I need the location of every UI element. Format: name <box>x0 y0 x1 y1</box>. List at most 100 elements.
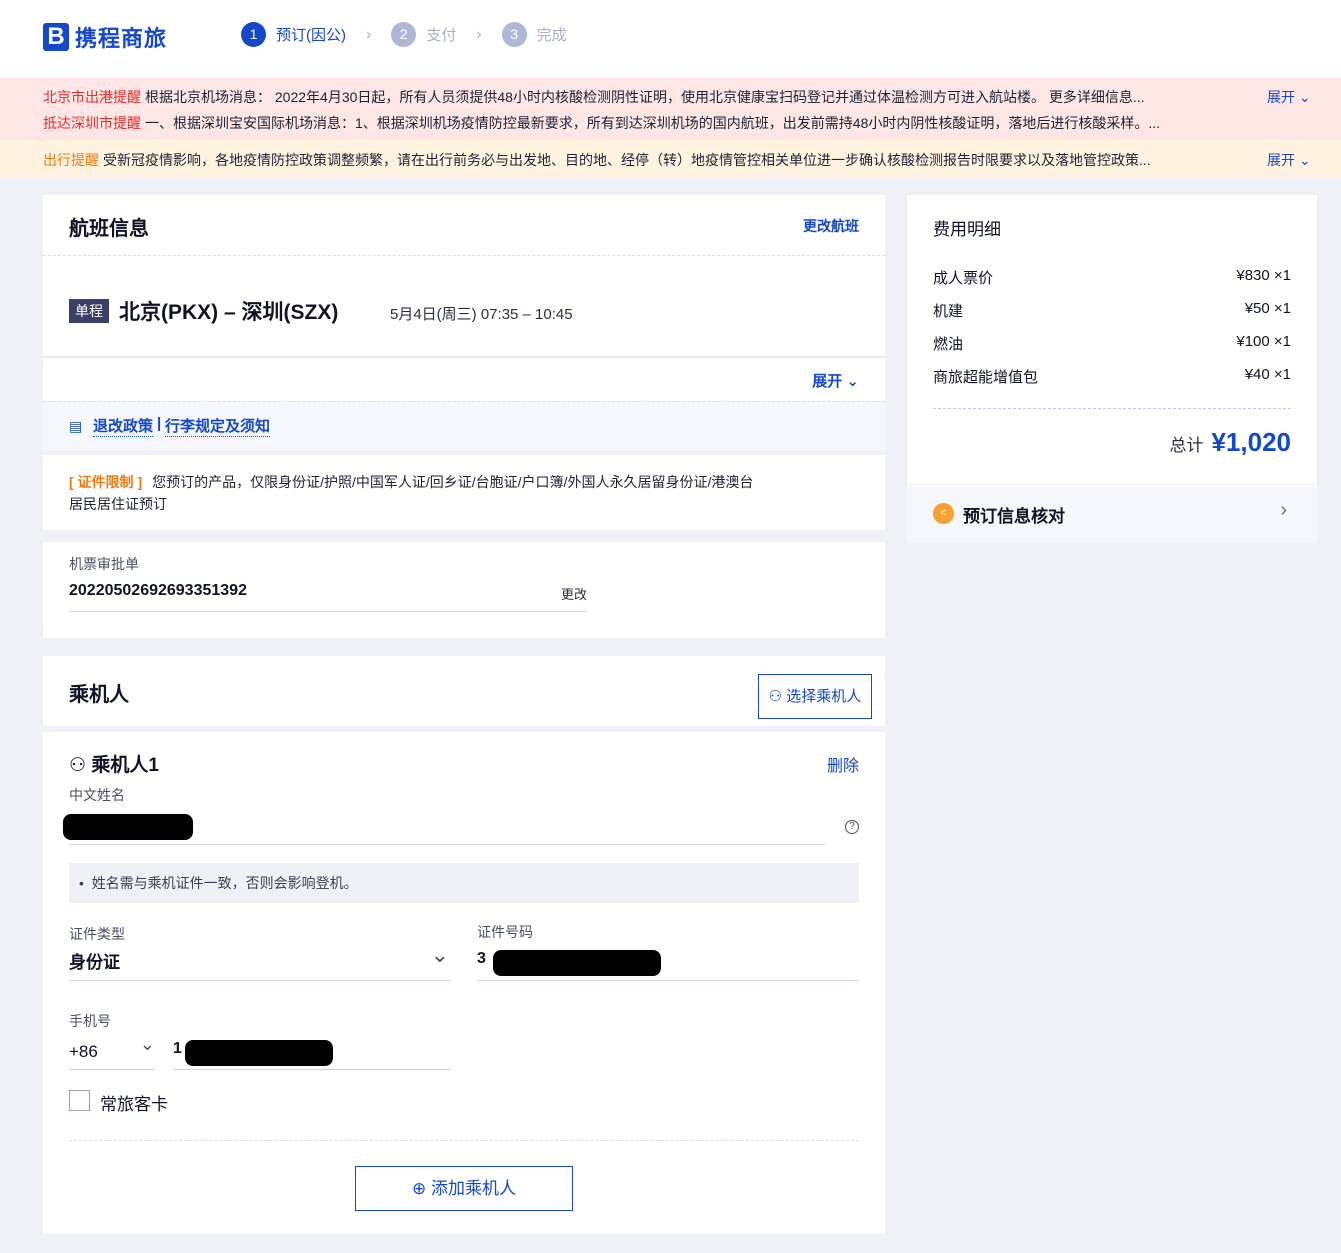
name-input[interactable] <box>63 808 825 845</box>
passenger-title: ⚇ 乘机人1 <box>69 750 159 777</box>
approval-number: 20220502692693351392 <box>69 582 247 599</box>
approval-field[interactable]: 20220502692693351392 更改 <box>69 578 587 612</box>
refund-policy-link[interactable]: 退改政策 <box>93 415 154 437</box>
section-title: 乘机人 <box>69 684 129 706</box>
alert-shenzhen: 抵达深圳市提醒 一、根据深圳宝安国际机场消息：1、根据深圳机场疫情防控最新要求，所… <box>43 113 1160 133</box>
chevron-right-icon: › <box>1280 499 1287 521</box>
total-price: 总计 ¥1,020 <box>1169 427 1291 458</box>
alert-travel: 出行提醒 受新冠疫情影响，各地疫情防控政策调整频繁，请在出行前务必与出发地、目的地… <box>43 150 1151 170</box>
expand-alerts-button[interactable]: 展开 ⌄ <box>1267 87 1311 107</box>
fee-value: ¥50 ×1 <box>1244 300 1291 317</box>
fee-name: 成人票价 <box>933 270 994 287</box>
add-passenger-button[interactable]: ⊕ 添加乘机人 <box>355 1166 573 1211</box>
section-title: 费用明细 <box>933 220 1001 239</box>
step-number: 1 <box>241 22 266 47</box>
fee-name: 商旅超能增值包 <box>933 369 1039 386</box>
alert-beijing: 北京市出港提醒 根据北京机场消息： 2022年4月30日起，所有人员须提供48小时… <box>43 87 1145 107</box>
phone-label: 手机号 <box>69 1013 111 1029</box>
passenger-title-text: 乘机人1 <box>91 755 159 776</box>
frequent-flyer-checkbox[interactable] <box>69 1090 90 1111</box>
redacted-name <box>63 814 193 840</box>
hint-text: 姓名需与乘机证件一致，否则会影响登机。 <box>91 875 358 891</box>
baggage-rules-link[interactable]: 行李规定及须知 <box>165 415 271 437</box>
progress-steps: 1 预订(因公) › 2 支付 › 3 完成 <box>241 22 587 47</box>
expand-travel-alert-button[interactable]: 展开 ⌄ <box>1267 150 1311 170</box>
step-payment: 2 支付 › <box>391 22 482 47</box>
chevron-down-icon: ⌄ <box>1298 89 1311 105</box>
passenger-1-card: ⚇ 乘机人1 删除 中文姓名 ? • 姓名需与乘机证件一致，否则会影响登机。 证… <box>43 732 885 1234</box>
country-code: +86 <box>69 1042 98 1061</box>
change-approval-button[interactable]: 更改 <box>561 584 587 603</box>
fee-list: 成人票价 ¥830 ×1 机建 ¥50 ×1 燃油 ¥100 ×1 商旅超能增值包 ¥4… <box>933 267 1291 399</box>
total-label: 总计 <box>1169 436 1204 455</box>
redacted-phone <box>185 1040 333 1066</box>
flight-info-card: 航班信息 更改航班 单程 北京(PKX) – 深圳(SZX) 5月4日(周三) … <box>43 195 885 450</box>
document-icon: ▤ <box>69 418 83 434</box>
step-label: 预订(因公) <box>276 27 346 44</box>
alert-title: 北京市出港提醒 <box>43 89 141 105</box>
top-header: B 携程商旅 1 预订(因公) › 2 支付 › 3 完成 <box>0 0 1341 78</box>
id-number-prefix: 3 <box>477 950 486 967</box>
approval-label: 机票审批单 <box>69 556 139 572</box>
chevron-down-icon: ⌄ <box>139 1034 155 1054</box>
trip-type-badge: 单程 <box>69 299 109 323</box>
chevron-down-icon: ⌄ <box>1298 152 1311 168</box>
step-number: 3 <box>501 22 527 47</box>
fee-name: 燃油 <box>933 336 964 353</box>
step-complete: 3 完成 <box>501 22 567 47</box>
expand-flight-button[interactable]: 展开 ⌄ <box>812 370 859 391</box>
fee-row: 机建 ¥50 ×1 <box>933 300 1291 333</box>
id-type-label: 证件类型 <box>69 926 125 942</box>
step-label: 支付 <box>426 27 457 44</box>
total-value: ¥1,020 <box>1211 427 1291 457</box>
fee-row: 成人票价 ¥830 ×1 <box>933 267 1291 300</box>
plus-circle-icon: ⊕ <box>412 1179 427 1198</box>
verify-booking-row[interactable]: < 预订信息核对 › <box>907 483 1317 543</box>
flight-route: 北京(PKX) – 深圳(SZX) <box>119 301 339 324</box>
step-number: 2 <box>391 22 417 47</box>
help-icon[interactable]: ? <box>845 820 859 834</box>
user-icon: ⚇ <box>69 755 87 776</box>
name-hint: • 姓名需与乘机证件一致，否则会影响登机。 <box>69 863 859 903</box>
id-type-value: 身份证 <box>69 953 120 972</box>
alert-text: 一、根据深圳宝安国际机场消息：1、根据深圳机场疫情防控最新要求，所有到达深圳机场… <box>145 115 1161 131</box>
expand-label: 展开 <box>1267 152 1295 168</box>
chevron-down-icon: ⌄ <box>846 373 859 390</box>
epidemic-alerts: 北京市出港提醒 根据北京机场消息： 2022年4月30日起，所有人员须提供48小时… <box>0 78 1341 140</box>
step-label: 完成 <box>536 27 567 44</box>
id-restriction-card: [ 证件限制 ] 您预订的产品，仅限身份证/护照/中国军人证/回乡证/台胞证/户口… <box>43 455 885 530</box>
divider <box>43 255 885 256</box>
redacted-id-number <box>493 950 661 976</box>
id-number-input[interactable]: 3 <box>477 942 859 981</box>
country-code-select[interactable]: +86 ⌄ <box>69 1034 155 1070</box>
frequent-flyer-label: 常旅客卡 <box>100 1095 168 1114</box>
expand-label: 展开 <box>1267 89 1295 105</box>
id-type-select[interactable]: 身份证 ⌄ <box>69 942 451 981</box>
chevron-down-icon: ⌄ <box>430 942 449 967</box>
chevron-right-icon: › <box>366 25 372 43</box>
fee-details-card: 费用明细 成人票价 ¥830 ×1 机建 ¥50 ×1 燃油 ¥100 ×1 商旅超能… <box>907 195 1317 483</box>
user-icon: ⚇ <box>768 688 783 705</box>
fee-value: ¥830 ×1 <box>1236 267 1291 284</box>
select-passenger-button[interactable]: ⚇ 选择乘机人 <box>758 674 872 719</box>
share-icon: < <box>933 503 954 524</box>
fee-name: 机建 <box>933 303 964 320</box>
restriction-tag: [ 证件限制 ] <box>69 474 143 490</box>
logo[interactable]: B 携程商旅 <box>43 21 167 53</box>
separator: | <box>157 415 162 432</box>
restriction-notice: [ 证件限制 ] 您预订的产品，仅限身份证/护照/中国军人证/回乡证/台胞证/户口… <box>69 471 759 515</box>
change-flight-link[interactable]: 更改航班 <box>803 216 859 236</box>
name-label: 中文姓名 <box>69 787 125 803</box>
fee-row: 商旅超能增值包 ¥40 ×1 <box>933 366 1291 399</box>
fee-row: 燃油 ¥100 ×1 <box>933 333 1291 366</box>
expand-label: 展开 <box>812 373 843 390</box>
travel-alert: 出行提醒 受新冠疫情影响，各地疫情防控政策调整频繁，请在出行前务必与出发地、目的地… <box>0 140 1341 178</box>
delete-passenger-button[interactable]: 删除 <box>827 752 859 776</box>
policy-row: ▤ 退改政策 | 行李规定及须知 <box>43 401 885 450</box>
restriction-text: 您预订的产品，仅限身份证/护照/中国军人证/回乡证/台胞证/户口簿/外国人永久居… <box>69 474 754 512</box>
button-label: 选择乘机人 <box>786 688 862 705</box>
id-number-label: 证件号码 <box>477 924 533 940</box>
phone-input[interactable]: 1 <box>173 1034 451 1070</box>
divider <box>933 408 1291 409</box>
alert-title: 出行提醒 <box>43 152 99 168</box>
